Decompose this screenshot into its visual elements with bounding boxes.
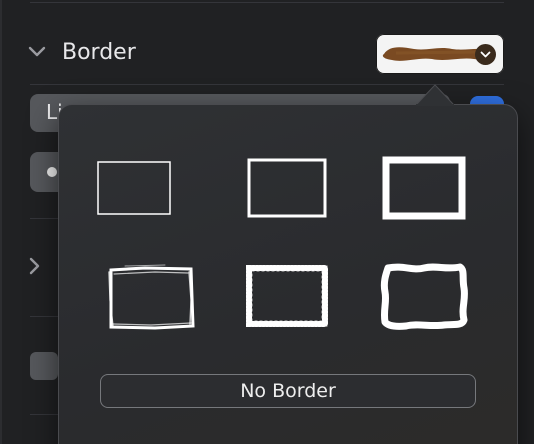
popover-arrow	[416, 84, 454, 106]
chevron-down-icon[interactable]	[26, 41, 48, 63]
border-style-medium-line[interactable]	[232, 143, 342, 233]
border-style-grid	[59, 105, 517, 365]
border-style-thin-line[interactable]	[79, 143, 189, 233]
wavy-brush-frame-icon	[380, 263, 468, 330]
thin-line-frame-icon	[97, 161, 171, 215]
border-style-rough-pencil[interactable]	[96, 251, 206, 341]
border-section-header[interactable]: Border	[26, 32, 136, 72]
border-style-popover: No Border	[58, 104, 518, 444]
section-title: Border	[62, 39, 136, 65]
medium-line-frame-icon	[247, 158, 327, 218]
stroke-dot	[47, 167, 57, 177]
no-border-button[interactable]: No Border	[100, 374, 476, 408]
chevron-right-icon[interactable]	[28, 256, 42, 280]
border-style-swatch-button[interactable]	[376, 34, 504, 74]
border-style-wavy-brush[interactable]	[369, 251, 479, 341]
inspector-panel: Border Li No Border	[0, 0, 534, 444]
border-style-chalk[interactable]	[232, 251, 342, 341]
border-style-thick-line[interactable]	[369, 143, 479, 233]
chevron-down-icon[interactable]	[475, 44, 496, 65]
thick-line-frame-icon	[382, 156, 466, 220]
panel-edge-divider	[0, 0, 2, 444]
section-divider	[30, 2, 504, 3]
chalk-frame-icon	[246, 265, 328, 327]
option-checkbox[interactable]	[30, 352, 58, 380]
rough-pencil-frame-icon	[108, 264, 195, 330]
